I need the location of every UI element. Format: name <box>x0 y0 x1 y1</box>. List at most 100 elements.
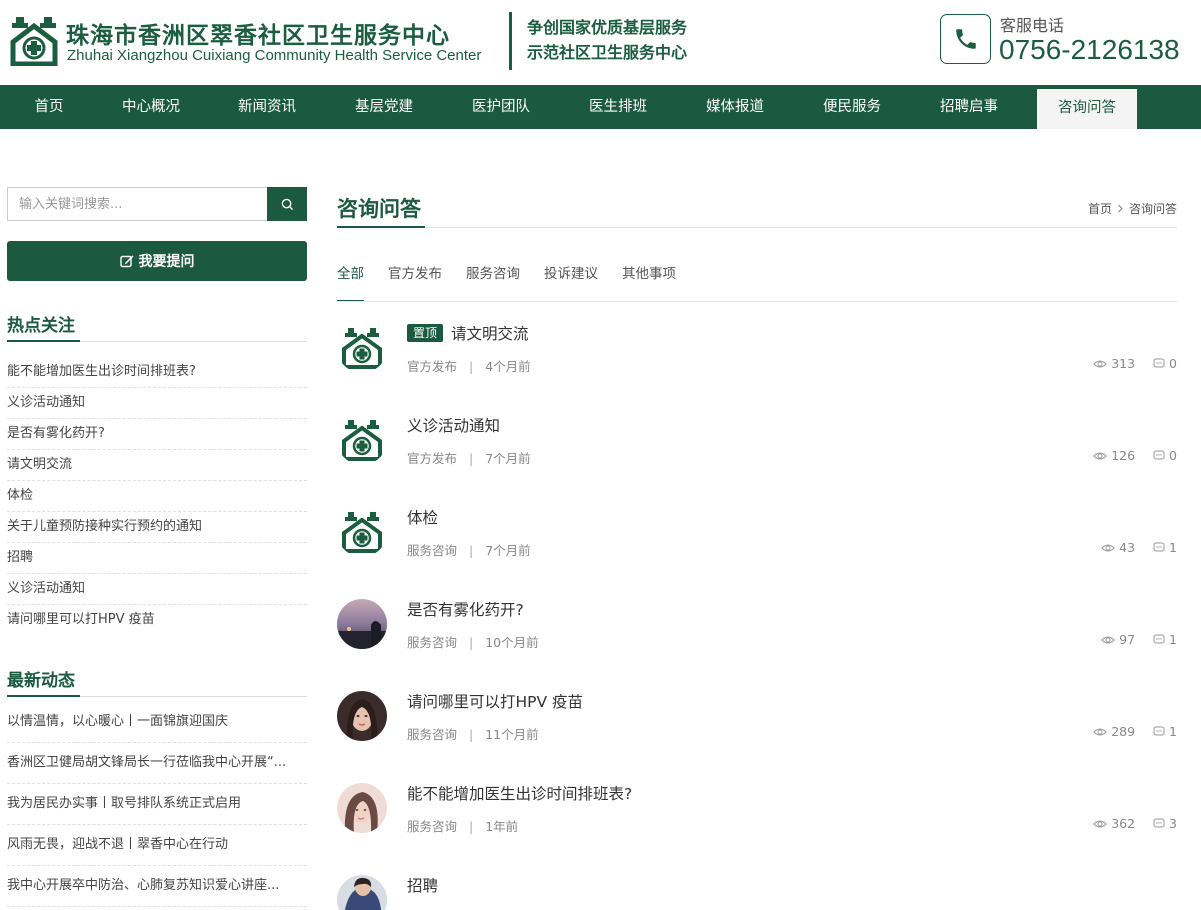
logo-icon[interactable] <box>337 415 387 465</box>
question-item[interactable]: 体检 服务咨询 | 7个月前 43 1 <box>337 507 1177 577</box>
hot-topic-item[interactable]: 招聘 <box>7 543 307 574</box>
pinned-badge: 置顶 <box>407 324 444 342</box>
news-item[interactable]: 风雨无畏，迎战不退丨翠香中心在行动 <box>7 825 307 866</box>
question-category[interactable]: 服务咨询 <box>407 543 457 558</box>
hot-topics-underline <box>7 340 80 342</box>
tab-complaint[interactable]: 投诉建议 <box>544 262 598 302</box>
hot-topic-item[interactable]: 能不能增加医生出诊时间排班表? <box>7 357 307 388</box>
site-title[interactable]: 珠海市香洲区翠香社区卫生服务中心 <box>66 16 450 50</box>
question-category[interactable]: 服务咨询 <box>407 727 457 742</box>
user-avatar-photo[interactable] <box>337 875 387 910</box>
question-item[interactable]: 是否有雾化药开? 服务咨询 | 10个月前 97 1 <box>337 599 1177 669</box>
comment-count-value: 3 <box>1169 816 1177 831</box>
question-title[interactable]: 义诊活动通知 <box>407 414 500 436</box>
meta-separator: | <box>469 635 474 650</box>
question-title-text[interactable]: 请文明交流 <box>451 322 529 344</box>
question-title-text[interactable]: 能不能增加医生出诊时间排班表? <box>407 782 632 804</box>
question-item[interactable]: 义诊活动通知 官方发布 | 7个月前 126 0 <box>337 415 1177 485</box>
hot-topic-item[interactable]: 是否有雾化药开? <box>7 419 307 450</box>
tab-official[interactable]: 官方发布 <box>388 262 442 302</box>
page-title: 咨询问答 <box>337 197 421 221</box>
eye-icon <box>1093 820 1107 827</box>
tab-service[interactable]: 服务咨询 <box>466 262 520 302</box>
nav-item-news[interactable]: 新闻资讯 <box>226 85 308 129</box>
hot-topic-item[interactable]: 请文明交流 <box>7 450 307 481</box>
question-category[interactable]: 服务咨询 <box>407 635 457 650</box>
question-meta: 官方发布 | 7个月前 <box>407 448 531 467</box>
question-title[interactable]: 请问哪里可以打HPV 疫苗 <box>407 690 583 712</box>
comment-icon <box>1153 634 1165 644</box>
site-header: 珠海市香洲区翠香社区卫生服务中心 Zhuhai Xiangzhou Cuixia… <box>0 0 1201 85</box>
breadcrumb: 首页 咨询问答 <box>1088 200 1177 217</box>
comment-count: 0 <box>1153 448 1177 463</box>
meta-separator: | <box>469 819 474 834</box>
question-title[interactable]: 能不能增加医生出诊时间排班表? <box>407 782 632 804</box>
question-category[interactable]: 服务咨询 <box>407 819 457 834</box>
user-avatar-photo[interactable] <box>337 599 387 649</box>
comment-count: 1 <box>1153 540 1177 555</box>
header-divider <box>509 12 512 70</box>
search-button[interactable] <box>267 187 307 221</box>
nav-item-party[interactable]: 基层党建 <box>343 85 425 129</box>
eye-icon <box>1093 728 1107 735</box>
user-avatar-photo[interactable] <box>337 783 387 833</box>
search-input[interactable] <box>8 188 267 220</box>
question-title-text[interactable]: 义诊活动通知 <box>407 414 500 436</box>
hot-topic-item[interactable]: 体检 <box>7 481 307 512</box>
breadcrumb-current[interactable]: 咨询问答 <box>1129 200 1177 217</box>
question-title-text[interactable]: 请问哪里可以打HPV 疫苗 <box>407 690 583 712</box>
question-title-text[interactable]: 招聘 <box>407 875 438 896</box>
view-count: 313 <box>1093 356 1135 371</box>
question-time: 4个月前 <box>485 359 531 374</box>
question-item[interactable]: 请问哪里可以打HPV 疫苗 服务咨询 | 11个月前 289 1 <box>337 691 1177 761</box>
nav-item-media[interactable]: 媒体报道 <box>694 85 776 129</box>
news-item[interactable]: 我为居民办实事丨取号排队系统正式启用 <box>7 784 307 825</box>
phone-label: 客服电话 <box>1000 16 1065 35</box>
logo-icon[interactable] <box>337 507 387 557</box>
news-item[interactable]: 我中心开展卒中防治、心肺复苏知识爱心讲座... <box>7 866 307 907</box>
nav-item-home[interactable]: 首页 <box>10 85 88 129</box>
search-icon <box>281 198 293 210</box>
clinic-logo-icon[interactable] <box>8 14 60 66</box>
nav-item-overview[interactable]: 中心概况 <box>110 85 192 129</box>
hot-topic-item[interactable]: 义诊活动通知 <box>7 574 307 605</box>
comment-icon <box>1153 450 1165 460</box>
user-avatar-photo[interactable] <box>337 691 387 741</box>
latest-news-title: 最新动态 <box>7 671 75 691</box>
eye-icon <box>1093 360 1107 367</box>
question-title[interactable]: 是否有雾化药开? <box>407 598 524 620</box>
question-item[interactable]: 置顶 请文明交流 官方发布 | 4个月前 313 0 <box>337 323 1177 393</box>
nav-item-qa[interactable]: 咨询问答 <box>1037 89 1137 129</box>
nav-item-schedule[interactable]: 医生排班 <box>577 85 659 129</box>
logo-icon[interactable] <box>337 323 387 373</box>
phone-number[interactable]: 0756-2126138 <box>999 34 1180 66</box>
question-title[interactable]: 体检 <box>407 506 438 528</box>
hot-topic-item[interactable]: 关于儿童预防接种实行预约的通知 <box>7 512 307 543</box>
breadcrumb-home[interactable]: 首页 <box>1088 200 1112 217</box>
question-title[interactable]: 置顶 请文明交流 <box>407 322 529 344</box>
question-title-text[interactable]: 体检 <box>407 506 438 528</box>
question-item[interactable]: 能不能增加医生出诊时间排班表? 服务咨询 | 1年前 362 3 <box>337 783 1177 853</box>
nav-item-team[interactable]: 医护团队 <box>460 85 542 129</box>
question-title-text[interactable]: 是否有雾化药开? <box>407 598 524 620</box>
nav-item-services[interactable]: 便民服务 <box>811 85 893 129</box>
question-item[interactable]: 招聘 <box>337 875 1177 910</box>
hot-topic-item[interactable]: 请问哪里可以打HPV 疫苗 <box>7 605 307 636</box>
hot-topic-item[interactable]: 义诊活动通知 <box>7 388 307 419</box>
news-item[interactable]: 以情温情，以心暖心丨一面锦旗迎国庆 <box>7 702 307 743</box>
comment-count-value: 1 <box>1169 724 1177 739</box>
tab-other[interactable]: 其他事项 <box>622 262 676 302</box>
comment-icon <box>1153 818 1165 828</box>
question-category[interactable]: 官方发布 <box>407 451 457 466</box>
news-item[interactable]: 香洲区卫健局胡文锋局长一行莅临我中心开展“... <box>7 743 307 784</box>
question-category[interactable]: 官方发布 <box>407 359 457 374</box>
ask-question-button[interactable]: 我要提问 <box>7 241 307 281</box>
site-title-en: Zhuhai Xiangzhou Cuixiang Community Heal… <box>67 47 482 64</box>
phone-icon <box>955 29 976 49</box>
nav-item-jobs[interactable]: 招聘启事 <box>928 85 1010 129</box>
tab-all[interactable]: 全部 <box>337 262 364 302</box>
question-stats: 362 3 <box>1093 816 1177 831</box>
view-count: 289 <box>1093 724 1135 739</box>
comment-icon <box>1153 542 1165 552</box>
question-title[interactable]: 招聘 <box>407 875 438 896</box>
